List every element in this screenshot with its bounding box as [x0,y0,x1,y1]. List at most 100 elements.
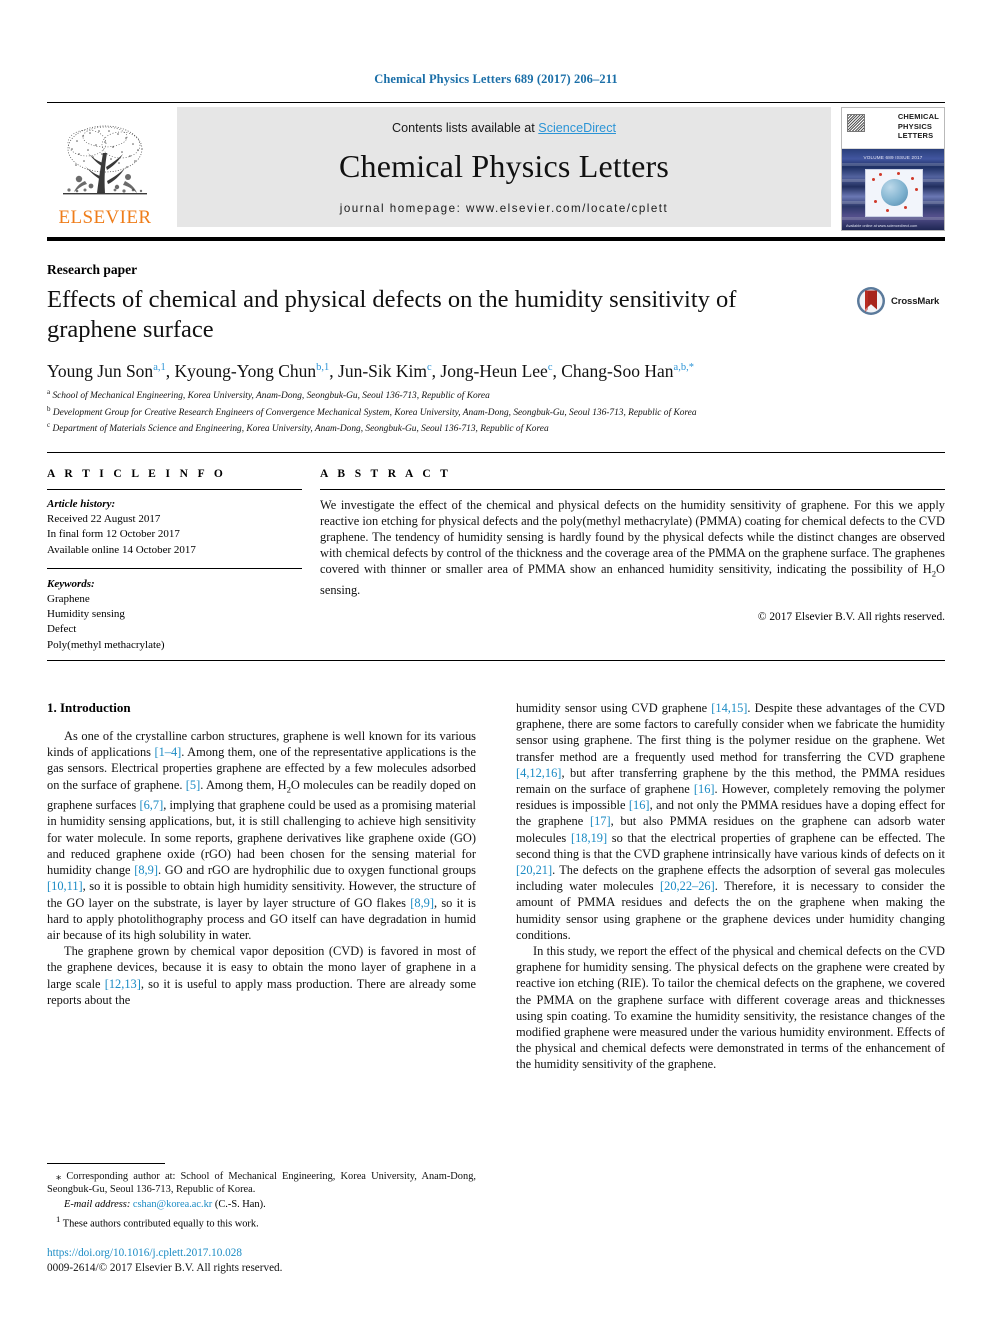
body-paragraph: In this study, we report the effect of t… [516,944,945,1072]
author-affiliation-marker: a,1 [153,362,166,373]
section-title-introduction: 1. Introduction [47,700,131,715]
journal-banner: Contents lists available at ScienceDirec… [177,107,831,227]
contents-available-line: Contents lists available at ScienceDirec… [392,121,616,135]
cover-title-line3: LETTERS [897,131,934,140]
crossmark-icon [857,287,885,315]
article-info-heading: A R T I C L E I N F O [47,468,227,480]
abstract-bottom-rule [47,660,945,661]
citation-link[interactable]: [4,12,16] [516,766,561,780]
body-paragraph: humidity sensor using CVD graphene [14,1… [516,701,946,942]
keywords-title: Keywords: [47,577,95,590]
citation-link[interactable]: [1–4] [154,745,181,759]
author-affiliation-marker: c [547,362,553,373]
paper-page: Chemical Physics Letters 689 (2017) 206–… [0,0,992,1323]
author-name: Kyoung-Yong Chun [174,360,317,381]
citation-link[interactable]: [10,11] [47,879,83,893]
email-link[interactable]: cshan@korea.ac.kr [133,1199,212,1210]
keyword-item: Humidity sensing [47,608,125,621]
author-name: Jun-Sik Kim [338,360,427,381]
journal-title: Chemical Physics Letters [338,148,670,184]
cover-molecule-figure [865,169,923,217]
citation-link[interactable]: [16] [629,798,650,812]
issn-copyright: 0009-2614/© 2017 Elsevier B.V. All right… [47,1261,283,1274]
author-name: Chang-Soo Han [561,360,674,381]
footnotes-block: ⁎ Corresponding author at: School of Mec… [47,1163,476,1232]
citation-link[interactable]: [14,15] [711,701,747,715]
doi-link[interactable]: https://doi.org/10.1016/j.cplett.2017.10… [47,1246,487,1261]
history-line: In final form 12 October 2017 [47,528,180,541]
citation-link[interactable]: [20,22–26] [660,879,715,893]
cover-footer-line: Available online at www.sciencedirect.co… [846,224,918,228]
corresponding-author-text: Corresponding author at: School of Mecha… [47,1171,476,1196]
contents-prefix: Contents lists available at [391,121,539,135]
article-history-block: Article history: Received 22 August 2017… [47,497,302,558]
citation-link[interactable]: [17] [590,814,611,828]
abstract-heading: A B S T R A C T [320,468,452,480]
equal-contribution-note: 1 These authors contributed equally to t… [56,1214,259,1230]
affiliation-list: a School of Mechanical Engineering, Kore… [47,386,947,436]
keyword-item: Poly(methyl methacrylate) [47,638,165,651]
author-affiliation-marker: b,1 [316,362,330,373]
email-label: E-mail address: [64,1198,131,1210]
author-name: Jong-Heun Lee [440,360,548,381]
footer-block: https://doi.org/10.1016/j.cplett.2017.10… [47,1246,487,1275]
body-paragraph: The graphene grown by chemical vapor dep… [47,944,476,1007]
abstract-copyright: © 2017 Elsevier B.V. All rights reserved… [757,611,945,624]
history-line: Available online 14 October 2017 [47,543,196,556]
cover-issue-line: VOLUME 689 ISSUE 2017 [863,155,923,160]
abstract-column: A B S T R A C T We investigate the effec… [320,468,945,623]
article-history-title: Article history: [47,498,116,510]
citation-link[interactable]: [6,7] [139,798,163,812]
citation-link[interactable]: [5] [186,778,200,792]
author-affiliation-marker: c [427,362,432,373]
elsevier-tree-icon [63,125,147,195]
author-name: Young Jun Son [47,360,154,381]
keywords-rule [47,567,302,569]
crossmark-badge[interactable]: CrossMark [856,286,942,316]
running-head: Chemical Physics Letters 689 (2017) 206–… [374,72,618,86]
crossmark-label: CrossMark [891,295,940,307]
cover-elsevier-icon [847,114,865,132]
cover-title-line2: PHYSICS [897,121,933,131]
citation-link[interactable]: [16] [694,782,715,796]
citation-link[interactable]: [12,13] [105,977,141,991]
abstract-rule [320,489,945,490]
journal-homepage[interactable]: journal homepage: www.elsevier.com/locat… [340,202,668,215]
abstract-text: We investigate the effect of the chemica… [320,498,945,597]
affiliation-item: c Department of Materials Science and En… [47,421,549,435]
elsevier-logo: ELSEVIER [47,107,163,231]
keywords-block: Keywords: Graphene Humidity sensing Defe… [47,577,302,653]
article-type-label: Research paper [47,262,138,277]
corresponding-author-note: ⁎ Corresponding author at: School of Mec… [47,1171,476,1196]
author-list: Young Jun Sona,1, Kyoung-Yong Chunb,1, J… [47,360,694,381]
affiliation-item: a School of Mechanical Engineering, Kore… [47,388,490,402]
citation-link[interactable]: [20,21] [516,863,552,877]
email-suffix: (C.-S. Han). [212,1198,266,1210]
masthead-bottom-rule [47,237,945,241]
molecule-sphere-icon [881,179,908,206]
history-line: Received 22 August 2017 [47,513,161,525]
right-column: humidity sensor using CVD graphene [14,1… [516,700,945,1260]
article-info-rule [47,489,302,490]
page-title: Effects of chemical and physical defects… [47,286,737,343]
cover-title-line1: CHEMICAL [897,112,939,121]
keyword-item: Defect [47,623,77,636]
info-top-rule [47,452,945,453]
citation-link[interactable]: [8,9] [134,863,158,877]
cover-journal-title: CHEMICAL PHYSICS LETTERS [898,112,939,141]
footnote-rule [47,1163,165,1164]
affiliation-item: b Development Group for Creative Researc… [47,404,697,418]
body-paragraph: As one of the crystalline carbon structu… [47,729,477,942]
keyword-item: Graphene [47,592,90,605]
author-affiliation-marker: a,b,* [673,362,694,373]
journal-cover-thumbnail[interactable]: CHEMICAL PHYSICS LETTERS VOLUME 689 ISSU… [841,107,945,231]
article-info-column: A R T I C L E I N F O Article history: R… [47,468,302,653]
email-note: E-mail address: cshan@korea.ac.kr (C.-S.… [47,1198,476,1213]
cover-artwork: VOLUME 689 ISSUE 2017 Available online a… [842,149,944,230]
citation-link[interactable]: [18,19] [571,831,607,845]
cover-top: CHEMICAL PHYSICS LETTERS [842,108,944,149]
elsevier-wordmark: ELSEVIER [58,207,152,228]
citation-link[interactable]: [8,9] [410,896,434,910]
sciencedirect-link[interactable]: ScienceDirect [538,121,616,135]
journal-masthead: ELSEVIER Contents lists available at Sci… [47,102,945,231]
